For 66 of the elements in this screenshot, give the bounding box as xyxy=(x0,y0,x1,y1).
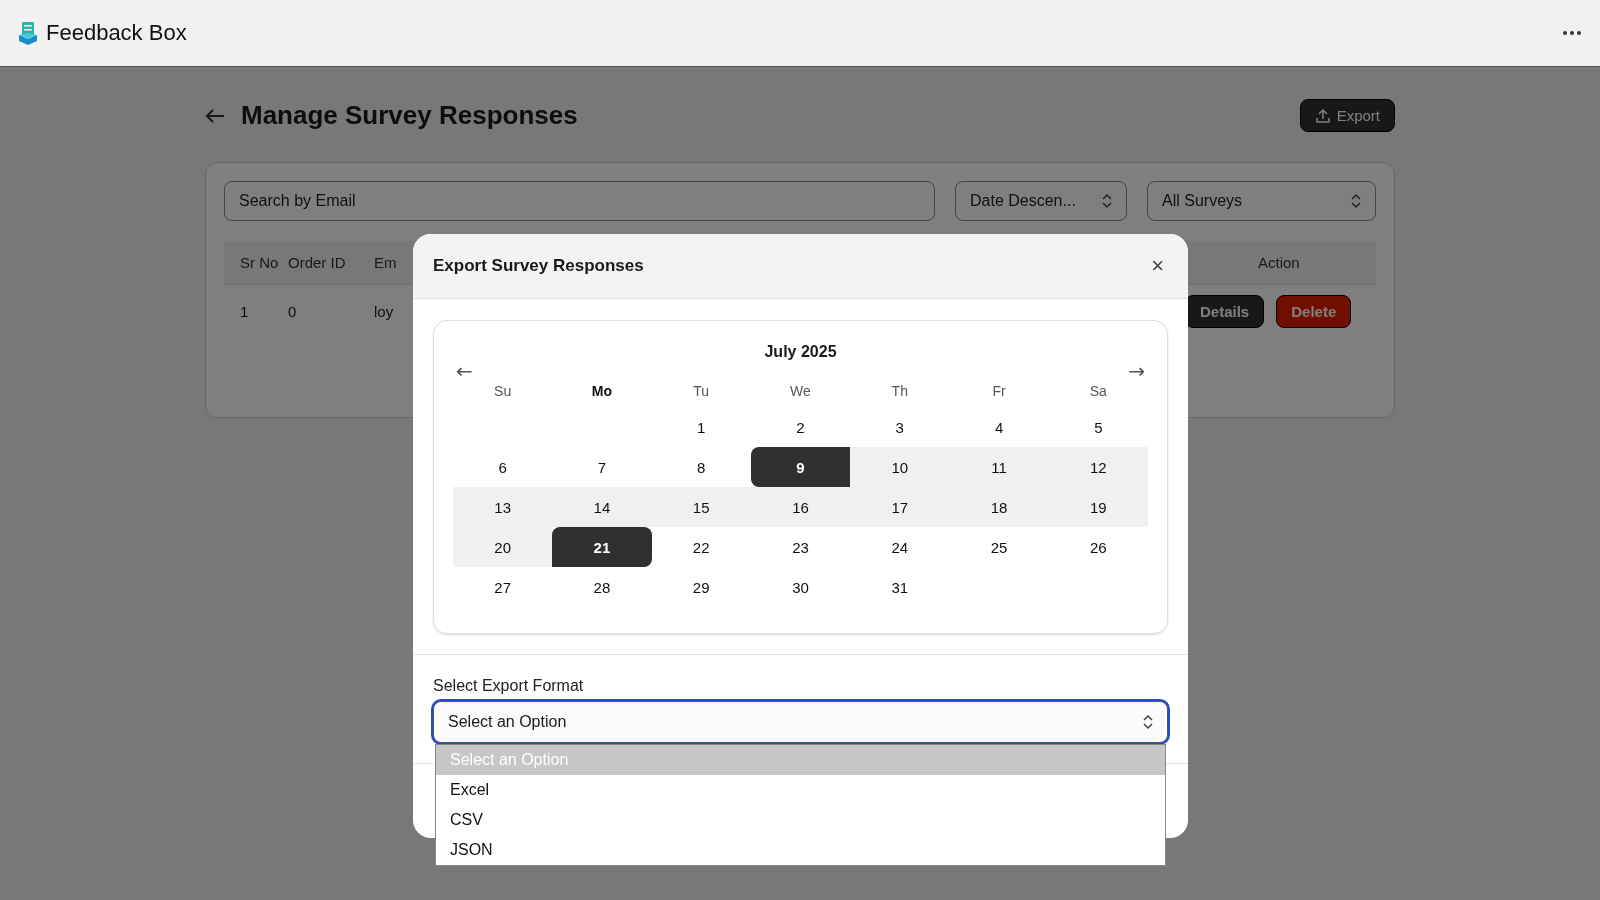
calendar-day[interactable]: 16 xyxy=(750,487,851,528)
chevron-updown-icon xyxy=(1102,193,1112,209)
chevron-updown-icon xyxy=(1143,714,1153,731)
calendar-day[interactable]: 9 xyxy=(750,447,851,488)
format-select[interactable]: Select an Option xyxy=(433,701,1168,744)
calendar-day[interactable]: 27 xyxy=(453,567,553,608)
weekday-label: Su xyxy=(494,383,512,400)
calendar-day[interactable]: 21 xyxy=(552,527,652,568)
calendar-day[interactable]: 2 xyxy=(750,407,851,448)
calendar-day[interactable]: 15 xyxy=(651,487,751,528)
calendar-day[interactable]: 13 xyxy=(453,487,553,528)
dialog-title: Export Survey Responses xyxy=(433,256,644,277)
calendar-day[interactable]: 7 xyxy=(552,447,652,488)
next-month-button[interactable]: → xyxy=(1128,359,1145,384)
app-title: Feedback Box xyxy=(46,20,187,46)
field-label: Select Export Format xyxy=(433,677,585,696)
page-title: Manage Survey Responses xyxy=(241,100,578,131)
calendar-day[interactable]: 31 xyxy=(850,567,950,608)
calendar-day[interactable]: 19 xyxy=(1048,487,1148,528)
calendar-day[interactable]: 8 xyxy=(651,447,751,488)
search-field[interactable]: Search by Email xyxy=(224,181,935,221)
calendar-day[interactable]: 26 xyxy=(1048,527,1148,568)
calendar-day[interactable]: 23 xyxy=(750,527,851,568)
calendar-day[interactable]: 28 xyxy=(552,567,652,608)
weekday-label: Sa xyxy=(1089,383,1107,400)
calendar-day[interactable]: 20 xyxy=(453,527,553,568)
calendar-day[interactable]: 17 xyxy=(850,487,950,528)
calendar-day[interactable]: 12 xyxy=(1048,447,1148,488)
more-icon[interactable] xyxy=(1562,30,1582,36)
calendar-day[interactable]: 5 xyxy=(1048,407,1148,448)
column-header: Order ID xyxy=(288,254,347,271)
close-button[interactable]: × xyxy=(1147,253,1168,280)
weekday-label: We xyxy=(790,383,811,400)
previous-month-button[interactable]: ← xyxy=(456,359,473,384)
calendar-day[interactable]: 22 xyxy=(651,527,751,568)
box-logo-icon xyxy=(18,21,38,45)
calendar-day[interactable]: 14 xyxy=(552,487,652,528)
calendar-day[interactable]: 11 xyxy=(949,447,1049,488)
calendar-day[interactable]: 25 xyxy=(949,527,1049,568)
details-button[interactable]: Details xyxy=(1185,294,1265,328)
calendar-day[interactable]: 1 xyxy=(651,407,751,448)
calendar-day[interactable]: 6 xyxy=(453,447,553,488)
calendar-day[interactable]: 4 xyxy=(949,407,1049,448)
weekday-label: Fr xyxy=(992,383,1006,400)
calendar-day[interactable]: 29 xyxy=(651,567,751,608)
calendar-day[interactable]: 30 xyxy=(750,567,851,608)
table-cell-text: 1 xyxy=(239,302,250,320)
column-header: Sr No xyxy=(239,254,280,271)
calendar-day[interactable]: 3 xyxy=(850,407,950,448)
weekday-label: Tu xyxy=(693,383,710,400)
weekday-label: Mo xyxy=(591,383,613,400)
weekday-label: Th xyxy=(891,383,908,400)
month-label: July 2025 xyxy=(763,343,838,362)
chevron-updown-icon xyxy=(1351,193,1361,209)
survey-select[interactable]: All Surveys xyxy=(1147,181,1376,221)
table-cell-text: 0 xyxy=(288,302,298,320)
column-header: Action xyxy=(1258,254,1301,271)
export-button[interactable]: Export xyxy=(1299,99,1395,132)
back-arrow-icon[interactable] xyxy=(205,108,225,123)
calendar-day[interactable]: 24 xyxy=(850,527,950,568)
calendar-day[interactable]: 10 xyxy=(850,447,950,488)
table-cell-text: loy xyxy=(374,302,395,320)
upload-icon xyxy=(1314,107,1331,124)
sort-select[interactable]: Date Descen... xyxy=(955,181,1127,221)
column-header: Em xyxy=(374,254,398,271)
calendar-day[interactable]: 18 xyxy=(949,487,1049,528)
